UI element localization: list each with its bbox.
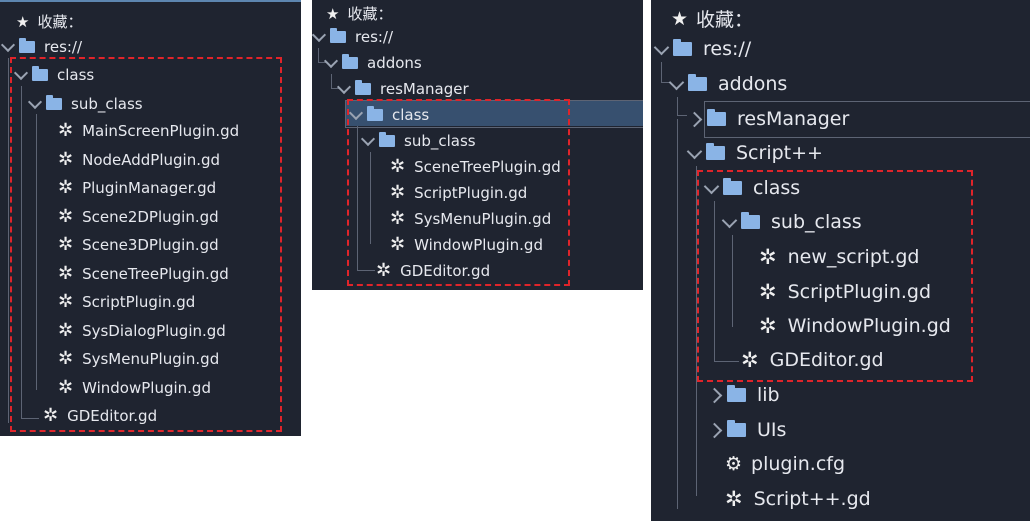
file-tree-right: ★ 收藏： res:// addons resManager Script++ … (651, 0, 1030, 521)
chevron-right-icon (706, 422, 723, 438)
chevron-down-icon (0, 37, 16, 53)
tree-guide (318, 48, 319, 62)
chevron-down-icon (312, 27, 327, 43)
highlight-box (347, 99, 570, 286)
highlight-box (697, 170, 973, 382)
chevron-down-icon (323, 53, 339, 69)
tree-row-root[interactable]: res:// (312, 27, 393, 46)
favorites-row[interactable]: ★ 收藏： (671, 5, 753, 32)
folder-icon (688, 74, 707, 91)
star-icon: ★ (326, 4, 340, 23)
tree-row-addons[interactable]: addons (323, 53, 422, 72)
tree-file-main[interactable]: ✲ Script++.gd (725, 488, 871, 510)
tree-row-root[interactable]: res:// (0, 37, 82, 56)
star-icon: ★ (671, 7, 689, 30)
folder-icon (727, 420, 746, 437)
folder-icon (673, 39, 692, 56)
tree-row-script[interactable]: Script++ (686, 142, 823, 164)
tree-guide (677, 119, 678, 509)
tree-guide (661, 62, 662, 82)
highlight-box (10, 57, 282, 432)
tree-guide (677, 115, 687, 116)
folder-icon (355, 80, 371, 95)
tree-row-resmanager[interactable]: resManager (686, 108, 849, 130)
tree-row-resmanager[interactable]: resManager (336, 79, 469, 98)
favorites-row[interactable]: ★ 收藏： (16, 11, 82, 32)
tree-row-root[interactable]: res:// (653, 38, 751, 60)
file-tree-middle: ★ 收藏： res:// addons resManager class sub… (312, 0, 643, 290)
tree-row-lib[interactable]: lib (706, 384, 780, 406)
chevron-right-icon (686, 111, 703, 127)
tree-row-addons[interactable]: addons (668, 73, 787, 95)
file-tree-left: ★ 收藏： res:// class sub_class ✲ MainScreen… (0, 0, 301, 436)
chevron-down-icon (653, 39, 670, 55)
chevron-down-icon (336, 79, 352, 95)
tree-guide (8, 58, 9, 423)
tree-row-uis[interactable]: UIs (706, 419, 786, 441)
tree-guide (677, 97, 678, 115)
folder-icon (330, 28, 346, 43)
star-icon: ★ (16, 12, 30, 31)
chevron-down-icon (668, 74, 685, 90)
favorites-row[interactable]: ★ 收藏： (326, 3, 392, 24)
chevron-down-icon (686, 143, 703, 159)
chevron-right-icon (706, 387, 723, 403)
tree-file-cfg[interactable]: ⚙ plugin.cfg (725, 453, 845, 475)
config-icon: ⚙ (725, 453, 743, 475)
folder-icon (19, 38, 35, 53)
folder-icon (707, 109, 726, 126)
folder-icon (342, 54, 358, 69)
folder-icon (706, 143, 725, 160)
folder-icon (727, 385, 746, 402)
tree-guide (331, 74, 332, 88)
script-gear-icon: ✲ (725, 486, 743, 511)
